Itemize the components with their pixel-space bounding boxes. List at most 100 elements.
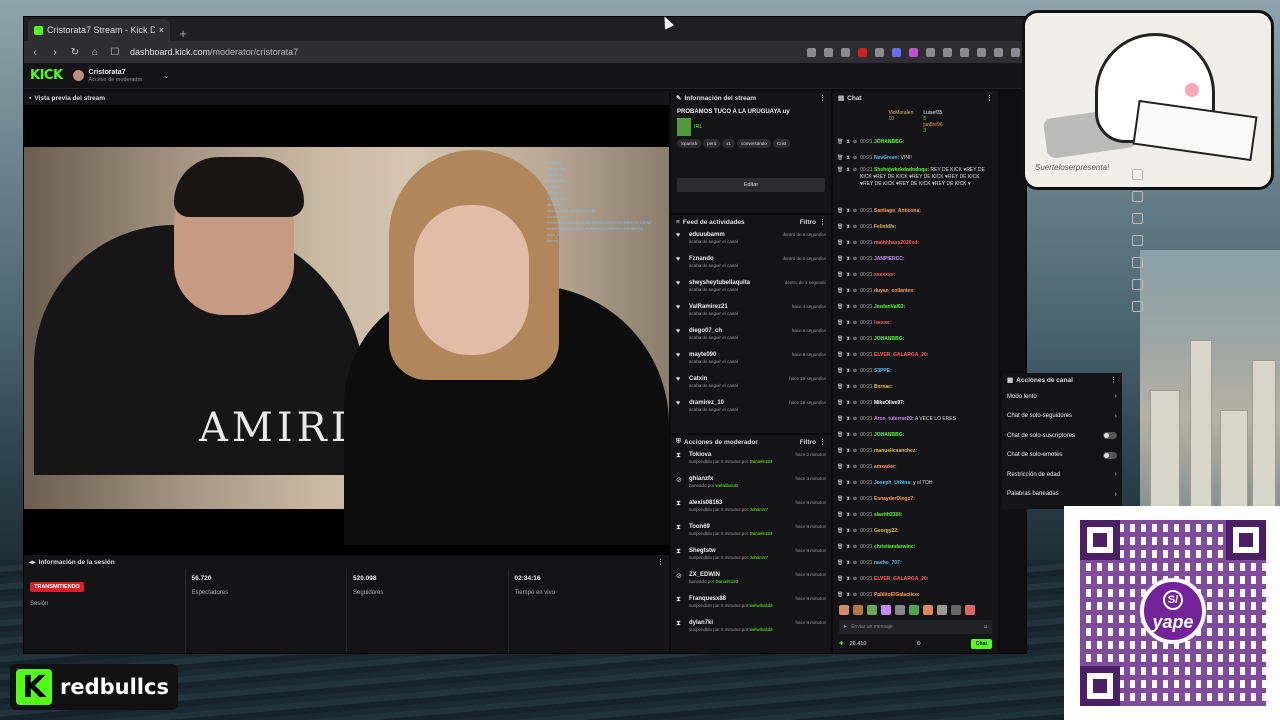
more-icon[interactable]: ⋮ bbox=[1110, 376, 1117, 384]
extension-icon[interactable] bbox=[960, 47, 969, 57]
mod-target-username[interactable]: Franquesx88 bbox=[689, 596, 790, 602]
trash-icon[interactable]: 🗑 bbox=[837, 448, 843, 455]
ban-icon[interactable]: ⊘ bbox=[853, 592, 857, 599]
timeout-icon[interactable]: ⧗ bbox=[846, 320, 850, 327]
tool-icon[interactable] bbox=[1131, 169, 1143, 180]
chat-username[interactable]: christiandarwinc: bbox=[874, 544, 915, 550]
ban-icon[interactable]: ⊘ bbox=[853, 352, 857, 359]
timeout-icon[interactable]: ⧗ bbox=[846, 592, 850, 599]
chat-username[interactable]: S3PPE: bbox=[874, 368, 892, 374]
extension-icon[interactable] bbox=[1011, 47, 1020, 57]
extension-icon[interactable] bbox=[892, 47, 901, 57]
chat-username[interactable]: JordanVal03: bbox=[874, 304, 905, 310]
chat-username[interactable]: ELVER_GALARGA_20: bbox=[874, 576, 928, 582]
list-item[interactable]: ♥ eduuubamm acaba de seguir el canal dentro… bbox=[671, 229, 831, 253]
timeout-icon[interactable]: ⧗ bbox=[846, 224, 850, 231]
ban-icon[interactable]: ⊘ bbox=[853, 432, 857, 439]
feed-username[interactable]: mayte090 bbox=[689, 352, 787, 358]
emote-icon[interactable] bbox=[867, 605, 877, 615]
list-item[interactable]: ⧗ alexis08163 suspendido por 5 minutos por… bbox=[671, 497, 831, 521]
chat-message[interactable]: 🗑 ⧗ ⊘ 00:21 JOHANBBG: bbox=[837, 332, 994, 347]
trash-icon[interactable]: 🗑 bbox=[837, 560, 843, 567]
stream-preview-video[interactable]: AMIRI Luisc35 ... JohanHbg ... Nicoas1 ...… bbox=[24, 105, 669, 555]
mod-target-username[interactable]: ghianzfx bbox=[689, 476, 790, 482]
channel-action-item[interactable]: Palabras baneadas › bbox=[1002, 485, 1122, 505]
timeout-icon[interactable]: ⧗ bbox=[846, 240, 850, 247]
trash-icon[interactable]: 🗑 bbox=[837, 592, 843, 599]
trash-icon[interactable]: 🗑 bbox=[837, 240, 843, 247]
chat-message[interactable]: 🗑 ⧗ ⊘ 00:21 Georgy22: bbox=[837, 524, 994, 539]
channel-action-item[interactable]: Chat de solo-suscriptores bbox=[1002, 426, 1122, 446]
trash-icon[interactable]: 🗑 bbox=[837, 256, 843, 263]
mod-target-username[interactable]: ZX_EDWIN bbox=[689, 572, 790, 578]
trash-icon[interactable]: 🗑 bbox=[837, 288, 843, 295]
extension-icon[interactable] bbox=[977, 47, 986, 57]
trash-icon[interactable]: 🗑 bbox=[837, 139, 843, 146]
ban-icon[interactable]: ⊘ bbox=[853, 272, 857, 279]
tool-icon[interactable] bbox=[1131, 235, 1143, 246]
ban-icon[interactable]: ⊘ bbox=[853, 336, 857, 343]
timeout-icon[interactable]: ⧗ bbox=[846, 384, 850, 391]
mod-target-username[interactable]: Tokiova bbox=[689, 452, 790, 458]
chat-message[interactable]: 🗑 ⧗ ⊘ 00:21 nacho_707: bbox=[837, 556, 994, 571]
chat-message-list[interactable]: 🗑 ⧗ ⊘ 00:21 JOHANBBG: 🗑 ⧗ ⊘ 00:21 NevGreen: VI… bbox=[833, 135, 998, 603]
list-item[interactable]: ♥ diego07_ch acaba de seguir el canal hace … bbox=[671, 325, 831, 349]
list-item[interactable]: ♥ Catxin acaba de seguir el canal hace 16 s… bbox=[671, 373, 831, 397]
timeout-icon[interactable]: ⧗ bbox=[846, 496, 850, 503]
chat-message[interactable]: 🗑 ⧗ ⊘ 00:21 S3PPE: bbox=[837, 364, 994, 379]
back-icon[interactable]: ‹ bbox=[30, 47, 40, 58]
chat-username[interactable]: JOHANBBG: bbox=[874, 336, 904, 342]
emote-icon[interactable] bbox=[909, 605, 919, 615]
emote-icon[interactable] bbox=[951, 605, 961, 615]
trash-icon[interactable]: 🗑 bbox=[837, 336, 843, 343]
gear-icon[interactable]: ⚙ bbox=[916, 641, 921, 647]
ban-icon[interactable]: ⊘ bbox=[853, 480, 857, 487]
edit-button[interactable]: Editar bbox=[677, 178, 825, 192]
timeout-icon[interactable]: ⧗ bbox=[846, 512, 850, 519]
chat-message[interactable]: 🗑 ⧗ ⊘ 00:21 slashh2324: bbox=[837, 508, 994, 523]
ban-icon[interactable]: ⊘ bbox=[853, 288, 857, 295]
chat-username[interactable]: xxxxxxx: bbox=[874, 272, 895, 278]
chat-message[interactable]: 🗑 ⧗ ⊘ 00:21 Santiago_Anticona: bbox=[837, 204, 994, 219]
trash-icon[interactable]: 🗑 bbox=[837, 208, 843, 215]
extension-icon[interactable] bbox=[875, 47, 884, 57]
moderator-name[interactable]: Johanzr7 bbox=[750, 555, 769, 560]
mod-target-username[interactable]: alexis08163 bbox=[689, 500, 790, 506]
category-name[interactable]: IRL bbox=[694, 124, 703, 130]
shield-icon[interactable] bbox=[841, 47, 850, 57]
trash-icon[interactable]: 🗑 bbox=[837, 384, 843, 391]
timeout-icon[interactable]: ⧗ bbox=[846, 544, 850, 551]
chat-message[interactable]: 🗑 ⧗ ⊘ 00:21 lxxxxx: bbox=[837, 316, 994, 331]
timeout-icon[interactable]: ⧗ bbox=[846, 288, 850, 295]
more-icon[interactable]: ⋮ bbox=[819, 94, 826, 102]
extension-icon[interactable] bbox=[994, 47, 1003, 57]
feed-username[interactable]: Fznando bbox=[689, 256, 777, 262]
chat-message[interactable]: 🗑 ⧗ ⊘ 00:21 ELVER_GALARGA_20: bbox=[837, 572, 994, 587]
emote-icon[interactable] bbox=[839, 605, 849, 615]
tag[interactable]: perú bbox=[703, 139, 721, 148]
timeout-icon[interactable]: ⧗ bbox=[846, 576, 850, 583]
chat-username[interactable]: MikeOlive97: bbox=[874, 400, 905, 406]
trash-icon[interactable]: 🗑 bbox=[837, 464, 843, 471]
ban-icon[interactable]: ⊘ bbox=[853, 304, 857, 311]
chat-username[interactable]: Joseph_Urbina: bbox=[874, 480, 912, 486]
chat-input[interactable]: ➤ Enviar un mensaje ☺ bbox=[839, 620, 992, 634]
chat-username[interactable]: JOHANBBG: bbox=[874, 432, 904, 438]
list-item[interactable]: ♥ sheysheytubellaquita acaba de seguir el … bbox=[671, 277, 831, 301]
timeout-icon[interactable]: ⧗ bbox=[846, 139, 850, 146]
trash-icon[interactable]: 🗑 bbox=[837, 432, 843, 439]
moderator-name[interactable]: welwibalol2 bbox=[716, 483, 739, 488]
chat-username[interactable]: NevGreen: bbox=[874, 155, 899, 161]
ban-icon[interactable]: ⊘ bbox=[853, 544, 857, 551]
chat-username[interactable]: Felixfdfs: bbox=[874, 224, 896, 230]
chat-message[interactable]: 🗑 ⧗ ⊘ 00:21 christiandarwinc: bbox=[837, 540, 994, 555]
chat-username[interactable]: manuelicsanchez: bbox=[874, 448, 917, 454]
ban-icon[interactable]: ⊘ bbox=[853, 384, 857, 391]
channel-action-item[interactable]: Chat de solo-emotes bbox=[1002, 446, 1122, 466]
timeout-icon[interactable]: ⧗ bbox=[846, 368, 850, 375]
channel-action-item[interactable]: Restricción de edad › bbox=[1002, 465, 1122, 485]
chat-message[interactable]: 🗑 ⧗ ⊘ 00:21 Aron_tuterror20: A VECE LO ERES bbox=[837, 412, 994, 427]
timeout-icon[interactable]: ⧗ bbox=[846, 256, 850, 263]
ban-icon[interactable]: ⊘ bbox=[853, 496, 857, 503]
timeout-icon[interactable]: ⧗ bbox=[846, 400, 850, 407]
